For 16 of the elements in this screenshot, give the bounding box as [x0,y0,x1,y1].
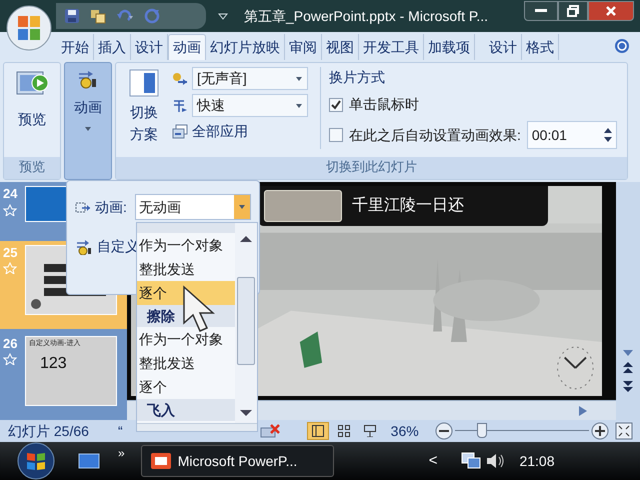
slide-number: 25 [3,244,18,262]
clock: 21:08 [519,452,554,470]
menu-header: 飞入 [137,399,235,421]
slide-counter: 幻灯片 25/66 [7,422,90,440]
checkbox-label: 在此之后自动设置动画效果: [349,126,521,144]
slide-number: 26 [3,334,18,353]
section-title: 换片方式 [329,68,386,87]
field-label: 动画: [95,198,127,217]
checkbox-label: 单击鼠标时 [349,95,419,114]
slide-caption: 千里江陵一日还 [352,196,464,216]
group-label: 切换到此幻灯片 [116,157,627,179]
theme-name: “ [117,422,123,440]
window-title: 第五章_PowerPoint.pptx - Microsoft P... [244,6,488,26]
slide-text: 123 [39,354,68,374]
group-label: 预览 [4,157,60,179]
slide-number: 24 [3,185,18,203]
